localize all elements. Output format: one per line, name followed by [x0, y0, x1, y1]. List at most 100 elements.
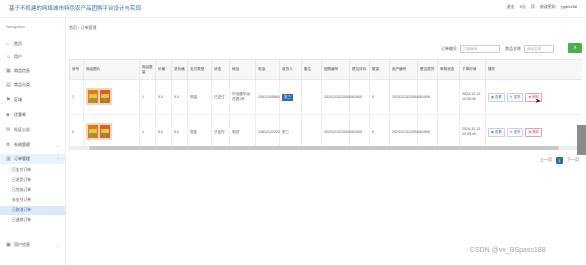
- column-header[interactable]: 商品图片: [83, 59, 140, 80]
- sidebar-item-orders[interactable]: ▥ 订单管理 ⌃: [0, 154, 66, 164]
- chevron-down-icon: ⌄: [56, 242, 60, 248]
- user-icon: ☺: [6, 53, 12, 60]
- pagination: 上一页 1 下一页: [540, 156, 579, 164]
- table-header-row: 序号 商品图片 商品数量 价格 总价格 支付类型 状态 地址 电话 收货人 备注…: [69, 59, 582, 80]
- sidebar-item-home[interactable]: ⌂ 首页: [0, 39, 66, 49]
- next-page-button[interactable]: 下一页: [567, 157, 579, 163]
- delete-label: 删除: [532, 129, 539, 134]
- current-page[interactable]: 1: [556, 156, 563, 164]
- edit-icon: ✎: [509, 94, 513, 99]
- sidebar-item-system[interactable]: ⚙ 系统管理 ⌄: [0, 140, 66, 150]
- sub-item-label: 已支付订单: [12, 168, 31, 172]
- cell-time: 2024-12-13 12:05:40: [459, 79, 486, 115]
- search-button[interactable]: ⌕: [568, 43, 582, 53]
- sidebar-item-label: 系统管理: [14, 142, 30, 147]
- cell-price: 9.0: [155, 79, 172, 115]
- top-link-2[interactable]: 5分: [520, 4, 526, 10]
- cell-phone: 13612345681: [255, 79, 280, 115]
- sidebar-sub-completed[interactable]: 已完成订单: [0, 186, 66, 195]
- sidebar-item-category[interactable]: ▤ 商品分类: [0, 80, 66, 90]
- column-header[interactable]: 数量: [369, 59, 390, 80]
- column-header[interactable]: 用户编号: [389, 59, 418, 80]
- cell-pay: 现金: [187, 79, 212, 115]
- prev-page-button[interactable]: 上一页: [540, 157, 552, 163]
- column-header[interactable]: 下单时间: [459, 59, 486, 80]
- home-icon: ⌂: [6, 40, 10, 47]
- column-header[interactable]: 价格: [155, 59, 172, 80]
- sidebar-item-label: 订单管理: [14, 156, 30, 161]
- view-button[interactable]: ◉ 查看: [488, 127, 505, 137]
- order-icon: ▥: [6, 155, 11, 162]
- horizontal-scrollbar[interactable]: [69, 146, 582, 150]
- column-header[interactable]: 收货人: [279, 59, 302, 80]
- sub-item-label: 已完成订单: [12, 188, 31, 192]
- sidebar-sub-unpaid[interactable]: 未支付订单: [0, 196, 66, 205]
- cell-review: [437, 79, 460, 115]
- cell-qty: 1: [139, 79, 156, 115]
- sidebar-item-user[interactable]: ☺ 用户: [0, 52, 66, 62]
- sidebar-sub-shipped[interactable]: 已发货订单: [0, 176, 66, 185]
- chevron-up-icon: ⌃: [56, 156, 60, 162]
- cell-total: 9.0: [171, 79, 188, 115]
- order-search-input[interactable]: 订单编号: [460, 45, 500, 53]
- sidebar-item-region[interactable]: ⚑ 区域: [0, 95, 66, 105]
- column-header[interactable]: 是否退货: [417, 59, 438, 80]
- cell-actions: ◉ 查看 ✎ 发货 ✖ 删除: [485, 79, 582, 115]
- column-header[interactable]: 支付类型: [187, 59, 212, 80]
- search-icon: ⌕: [573, 44, 577, 51]
- sidebar-sub-cancelled[interactable]: 已取消订单: [0, 206, 66, 215]
- sidebar-item-goods[interactable]: ▦ 商品信息: [0, 66, 66, 76]
- sub-item-label: 已取消订单: [12, 208, 31, 212]
- column-header[interactable]: 商品数量: [139, 59, 156, 80]
- sidebar-item-label: 优惠券: [14, 112, 26, 117]
- sidebar-sub-refunded[interactable]: 已退款订单: [0, 216, 66, 225]
- cell-qty: 1: [139, 114, 156, 150]
- sidebar-item-coupon[interactable]: ◈ 优惠券: [0, 110, 66, 120]
- column-header[interactable]: 备注: [301, 59, 322, 80]
- name-search-input[interactable]: 商品名称: [524, 45, 554, 53]
- ship-button[interactable]: ✎ 发货: [506, 127, 524, 137]
- sidebar-item-label: 首页: [14, 41, 22, 46]
- cell-group-no: 2024121312054061905: [321, 79, 362, 115]
- column-header[interactable]: 总价格: [171, 59, 188, 80]
- sidebar-item-notice[interactable]: ✉ 社区公告: [0, 125, 66, 135]
- product-thumbnail: [86, 122, 112, 140]
- info-icon: ▣: [6, 241, 11, 248]
- change-password-link[interactable]: 修改密码: [540, 4, 556, 10]
- sidebar-item-label: 用户信息: [14, 242, 30, 247]
- username[interactable]: ygdfs188: [561, 4, 577, 10]
- view-button[interactable]: ◉ 查看: [488, 92, 505, 102]
- cell-receiver: 张三: [279, 114, 302, 150]
- product-image: [83, 79, 140, 115]
- top-link-3[interactable]: 顶: [531, 4, 535, 10]
- edit-icon: ✎: [509, 129, 513, 134]
- breadcrumb: 首页 / 订单管理: [69, 25, 96, 31]
- cell-receiver: 张三: [279, 79, 302, 115]
- vertical-scrollbar[interactable]: [577, 125, 586, 155]
- sidebar-item-userinfo[interactable]: ▣ 用户信息 ⌄: [0, 240, 66, 250]
- breadcrumb-home[interactable]: 首页: [69, 25, 77, 30]
- column-header[interactable]: 状态: [211, 59, 230, 80]
- column-header[interactable]: 电话: [255, 59, 280, 80]
- column-header[interactable]: 是否评价: [349, 59, 370, 80]
- sidebar-sub-paid[interactable]: 已支付订单: [0, 166, 66, 175]
- eye-icon: ◉: [491, 129, 494, 134]
- cell-address: 华远路华远花园1号: [229, 79, 256, 115]
- sidebar-item-label: 商品分类: [14, 82, 30, 87]
- cell-pay: 现金: [187, 114, 212, 150]
- cell-user-no: 2024121312054061906: [389, 114, 430, 150]
- cell-count: 0: [369, 79, 390, 115]
- cell-phone: 13612122222: [255, 114, 280, 150]
- delete-button[interactable]: ✖ 删除: [525, 127, 542, 137]
- sidebar-item-label: 社区公告: [14, 127, 30, 132]
- cell-no: 2: [69, 114, 84, 150]
- logout-link[interactable]: 退出: [507, 4, 515, 10]
- ship-label: 发货: [513, 129, 521, 134]
- name-filter-label: 商品名称: [505, 46, 521, 51]
- column-header[interactable]: 地址: [229, 59, 256, 80]
- scrollbar-thumb[interactable]: [89, 146, 559, 150]
- sidebar: Navigation ⌂ 首页 ☺ 用户 ▦ 商品信息 ▤ 商品分类 ⚑ 区域 ◈ 优惠券 …: [0, 18, 66, 265]
- column-header[interactable]: 审核状态: [437, 59, 460, 80]
- ship-button[interactable]: ✎ 发货: [506, 92, 524, 102]
- column-header[interactable]: 团购编号: [321, 59, 350, 80]
